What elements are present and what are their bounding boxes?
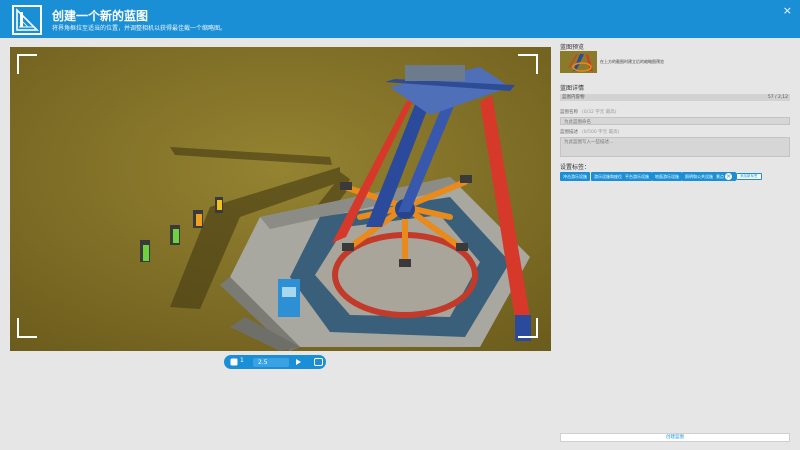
blueprint-logo-icon bbox=[12, 5, 42, 35]
close-icon[interactable]: × bbox=[783, 5, 792, 16]
blueprint-details-panel: 蓝图预览 在上方的截图时建立后的缩略图预览 蓝图详情 蓝图内容物 57 / 2,… bbox=[560, 42, 792, 442]
preview-thumbnail bbox=[560, 51, 597, 73]
description-placeholder: 为此蓝图写入一些描述... bbox=[564, 140, 614, 145]
blueprint-preview-viewport[interactable] bbox=[10, 47, 551, 351]
preview-section-label: 蓝图预览 bbox=[560, 44, 585, 51]
frame-corner-top-left[interactable] bbox=[17, 54, 37, 74]
details-section-label: 蓝图详情 bbox=[560, 85, 585, 92]
frame-corner-bottom-left[interactable] bbox=[17, 318, 37, 338]
frame-corner-top-right[interactable] bbox=[518, 54, 538, 74]
name-placeholder: 为此蓝图命名 bbox=[564, 120, 591, 125]
frame-corner-bottom-right[interactable] bbox=[518, 318, 538, 338]
description-input[interactable]: 为此蓝图写入一些描述... bbox=[560, 137, 790, 157]
content-count-label: 蓝图内容物 bbox=[562, 95, 585, 100]
description-label-text: 蓝图描述 bbox=[560, 130, 578, 135]
camera-zoom-value: 2.5 bbox=[258, 359, 268, 366]
camera-number: 1 bbox=[240, 357, 244, 364]
tag-chip[interactable]: 冲击游乐设施 bbox=[560, 172, 590, 181]
camera-reset-icon[interactable] bbox=[230, 358, 238, 366]
tag-list: 冲击游乐设施 游乐设施和座位 平台游乐设施 地面游乐设施 照明和公共设施 景点 … bbox=[560, 172, 792, 181]
description-hint-text: (0/500 字元 最高) bbox=[582, 130, 620, 135]
dialog-subtitle: 将界角框拉至适当的位置，并调整相机以获得最佳截一个缩略图。 bbox=[52, 25, 227, 32]
name-input[interactable]: 为此蓝图命名 bbox=[560, 117, 790, 125]
tag-chip[interactable]: 地面游乐设施 bbox=[652, 172, 682, 181]
camera-play-icon[interactable] bbox=[296, 359, 301, 365]
name-hint-text: (0/32 字元 最高) bbox=[582, 110, 617, 115]
header-bar: 创建一个新的蓝图 将界角框拉至适当的位置，并调整相机以获得最佳截一个缩略图。 × bbox=[0, 0, 800, 38]
dialog-title: 创建一个新的蓝图 bbox=[52, 9, 149, 23]
content-count-value: 57 / 2,12 bbox=[767, 95, 788, 100]
add-tag-button[interactable]: 添加新标签 bbox=[736, 173, 762, 180]
create-blueprint-button[interactable]: 创建蓝图 bbox=[560, 433, 790, 442]
tags-section-label: 设置标签： bbox=[560, 164, 591, 171]
remove-tag-icon[interactable]: × bbox=[725, 173, 732, 180]
content-count-row: 蓝图内容物 57 / 2,12 bbox=[560, 94, 790, 101]
preview-note: 在上方的截图时建立后的缩略图预览 bbox=[600, 59, 664, 64]
tag-chip[interactable]: 平台游乐设施 bbox=[622, 172, 652, 181]
camera-zoom-field[interactable]: 2.5 bbox=[253, 358, 289, 367]
name-label-text: 蓝图名称 bbox=[560, 110, 578, 115]
create-blueprint-label: 创建蓝图 bbox=[666, 435, 684, 440]
tag-chip[interactable]: 照明和公共设施 bbox=[682, 172, 716, 181]
camera-screenshot-icon[interactable] bbox=[314, 358, 323, 366]
ride-scene-image bbox=[10, 47, 551, 351]
tag-chip[interactable]: 游乐设施和座位 bbox=[591, 172, 625, 181]
name-field-label: 蓝图名称 (0/32 字元 最高) bbox=[560, 109, 616, 115]
description-field-label: 蓝图描述 (0/500 字元 最高) bbox=[560, 129, 619, 135]
